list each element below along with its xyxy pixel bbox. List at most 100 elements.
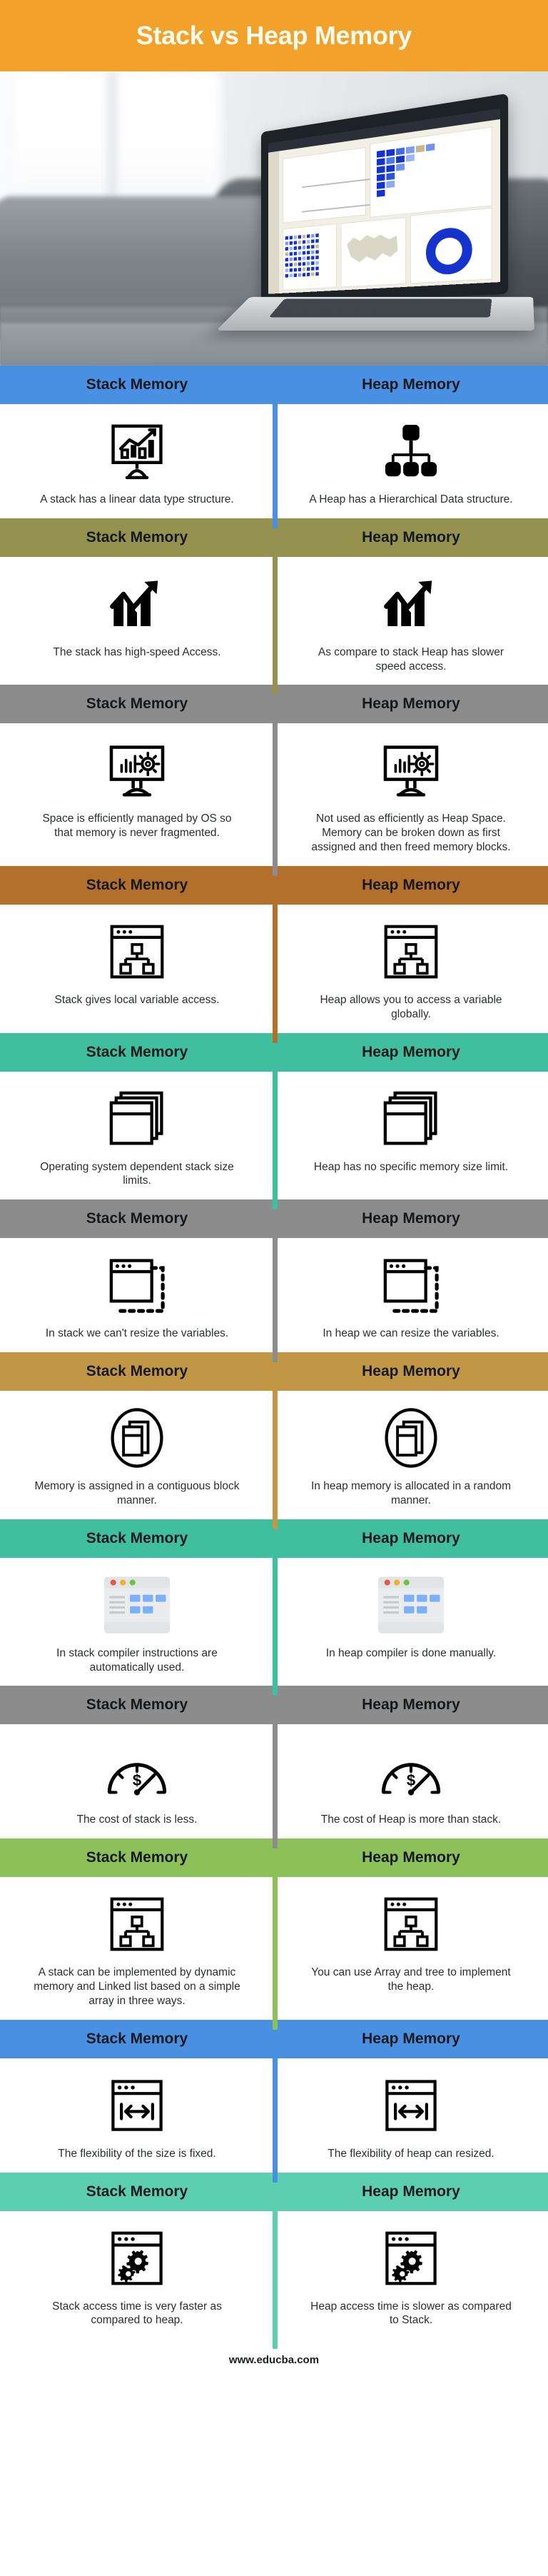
circle-blocks-icon [380, 1405, 442, 1471]
row-1-left-label: Stack Memory [86, 376, 188, 393]
row-9-divider [273, 1714, 278, 1849]
row-7-heap-caption: In heap memory is allocated in a random … [310, 1480, 511, 1506]
row-2-stack-icon-wrap [106, 570, 168, 638]
dashboard-window-color-icon [104, 1576, 170, 1634]
row-11-stack-cell: The flexibility of the size is fixed. [0, 2058, 274, 2173]
row-11-divider [273, 2048, 278, 2183]
row-3-content: Space is efficiently managed by OS so th… [0, 713, 548, 876]
row-4-stack-cell: Stack gives local variable access. [0, 905, 274, 1033]
browser-arrows-width-icon [381, 2076, 441, 2135]
row-12-heap-icon-wrap [381, 2224, 441, 2293]
row-2-content: The stack has high-speed Access. As compa… [0, 546, 548, 695]
dashboard-window-color-icon [378, 1576, 444, 1634]
row-5-right-label: Heap Memory [362, 1043, 460, 1060]
row-6-left-label: Stack Memory [86, 1210, 188, 1227]
row-4-right-label: Heap Memory [362, 876, 460, 893]
hierarchy-tree-icon [381, 421, 441, 481]
row-8-stack-caption: In stack compiler instructions are autom… [56, 1646, 218, 1674]
row-11-heap-caption: The flexibility of heap can resized. [328, 2147, 494, 2160]
row-12-right-label: Heap Memory [362, 2183, 460, 2200]
row-5-stack-cell: Operating system dependent stack size li… [0, 1072, 274, 1200]
row-1-right-label: Heap Memory [362, 376, 460, 393]
row-5-stack-icon-wrap [106, 1085, 168, 1153]
row-2-stack-cell: The stack has high-speed Access. [0, 557, 274, 685]
row-12-left-label: Stack Memory [86, 2183, 188, 2200]
row-7-stack-caption: Memory is assigned in a contiguous block… [34, 1480, 240, 1506]
row-9-stack-icon-wrap [104, 1737, 170, 1806]
row-9-content: The cost of stack is less. The cost of He… [0, 1714, 548, 1849]
row-12-stack-caption: Stack access time is very faster as comp… [52, 2300, 222, 2327]
row-8-left-label: Stack Memory [86, 1529, 188, 1546]
row-6-heap-icon-wrap [380, 1251, 442, 1319]
row-9-left-label: Stack Memory [86, 1696, 188, 1714]
row-8-stack-icon-wrap [101, 1571, 173, 1639]
row-10-content: A stack can be implemented by dynamic me… [0, 1867, 548, 2030]
row-1-stack-cell: A stack has a linear data type structure… [0, 404, 274, 518]
row-11-stack-caption: The flexibility of the size is fixed. [58, 2147, 216, 2160]
row-3-right-label: Heap Memory [362, 695, 460, 713]
row-12-stack-icon-wrap [107, 2224, 167, 2293]
row-12-stack-cell: Stack access time is very faster as comp… [0, 2211, 274, 2340]
row-1-divider [273, 394, 278, 528]
row-7-stack-cell: Memory is assigned in a contiguous block… [0, 1391, 274, 1519]
row-10-right-label: Heap Memory [362, 1849, 460, 1866]
row-2-stack-caption: The stack has high-speed Access. [53, 645, 221, 658]
row-6-heap-caption: In heap we can resize the variables. [323, 1327, 499, 1340]
row-11-right-label: Heap Memory [362, 2030, 460, 2047]
row-12-divider [273, 2200, 278, 2350]
screen-sidebar [268, 151, 280, 294]
browser-gears-icon [107, 2227, 167, 2290]
row-6-right-label: Heap Memory [362, 1210, 460, 1227]
row-3-divider [273, 713, 278, 876]
row-6-stack-cell: In stack we can't resize the variables. [0, 1238, 274, 1352]
stacked-layers-icon [106, 1088, 168, 1149]
browser-resize-dashed-icon [106, 1254, 168, 1316]
growth-arrow-bars-icon [380, 573, 442, 635]
row-11-left-label: Stack Memory [86, 2030, 188, 2047]
row-9-heap-caption: The cost of Heap is more than stack. [320, 1813, 502, 1826]
row-7-heap-icon-wrap [380, 1404, 442, 1472]
row-2-heap-cell: As compare to stack Heap has slower spee… [274, 557, 548, 685]
row-7-stack-icon-wrap [106, 1404, 168, 1472]
row-10-stack-icon-wrap [107, 1890, 167, 1958]
row-9-stack-cell: The cost of stack is less. [0, 1724, 274, 1838]
row-5-heap-caption: Heap has no specific memory size limit. [313, 1160, 509, 1173]
browser-gears-icon [381, 2227, 441, 2290]
row-7-heap-cell: In heap memory is allocated in a random … [274, 1391, 548, 1519]
row-6-content: In stack we can't resize the variables. I… [0, 1228, 548, 1363]
cost-gauge-icon [104, 1745, 170, 1798]
row-5-stack-caption: Operating system dependent stack size li… [40, 1160, 234, 1187]
line-series-2 [301, 203, 377, 213]
monitor-settings-icon [379, 738, 443, 803]
hero-image [0, 71, 548, 366]
row-2-divider [273, 546, 278, 695]
row-3-stack-caption: Space is efficiently managed by OS so th… [42, 812, 232, 840]
row-6-stack-caption: In stack we can't resize the variables. [45, 1327, 229, 1340]
row-12-content: Stack access time is very faster as comp… [0, 2200, 548, 2350]
laptop-icon [216, 93, 534, 350]
row-8-right-label: Heap Memory [362, 1529, 460, 1546]
row-11-heap-cell: The flexibility of heap can resized. [274, 2058, 548, 2173]
page-title: Stack vs Heap Memory [136, 21, 412, 50]
row-9-right-label: Heap Memory [362, 1696, 460, 1714]
row-3-stack-icon-wrap [105, 736, 169, 805]
row-8-heap-icon-wrap [375, 1571, 447, 1639]
row-5-heap-icon-wrap [380, 1085, 442, 1153]
row-4-left-label: Stack Memory [86, 876, 188, 893]
row-5-content: Operating system dependent stack size li… [0, 1061, 548, 1210]
row-10-heap-caption: You can use Array and tree to implement … [311, 1966, 511, 1993]
row-1-heap-icon-wrap [381, 417, 441, 485]
row-3-left-label: Stack Memory [86, 695, 188, 713]
row-5-divider [273, 1061, 278, 1210]
row-7-left-label: Stack Memory [86, 1363, 188, 1380]
row-9-heap-icon-wrap [378, 1737, 444, 1806]
circle-blocks-icon [106, 1405, 168, 1471]
row-4-content: Stack gives local variable access. Heap a… [0, 894, 548, 1043]
row-8-content: In stack compiler instructions are autom… [0, 1547, 548, 1696]
row-12-heap-caption: Heap access time is slower as compared t… [310, 2300, 512, 2327]
row-6-heap-cell: In heap we can resize the variables. [274, 1238, 548, 1352]
row-8-heap-caption: In heap compiler is done manually. [325, 1646, 497, 1659]
growth-arrow-bars-icon [106, 573, 168, 635]
comparison-rows: Stack Memory Heap Memory A stack has a lin… [0, 366, 548, 2350]
row-4-heap-caption: Heap allows you to access a variable glo… [320, 993, 502, 1020]
